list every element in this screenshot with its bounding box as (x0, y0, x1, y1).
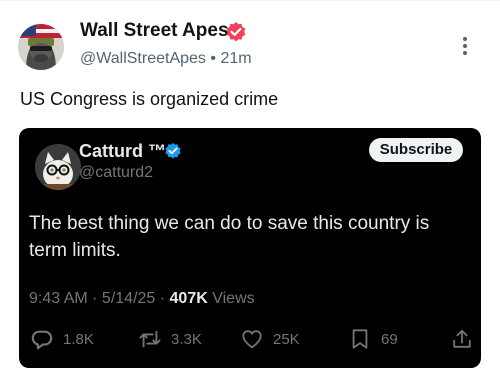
quoted-author-handle[interactable]: @catturd2 (79, 164, 153, 182)
more-options-icon[interactable] (456, 34, 474, 60)
repost-count: 3.3K (171, 330, 202, 348)
author-name[interactable]: Wall Street Apes (80, 20, 229, 42)
bookmark-count: 69 (381, 330, 398, 348)
top-divider (0, 0, 500, 1)
quoted-post-timestamp[interactable]: 9:43 AM · 5/14/25 · (29, 290, 170, 307)
repost-icon (139, 330, 161, 348)
bookmark-button[interactable]: 69 (349, 326, 398, 352)
author-handle[interactable]: @WallStreetApes (80, 50, 206, 67)
bookmark-icon (352, 329, 368, 349)
author-meta: @WallStreetApes • 21m (80, 50, 252, 68)
quoted-post-card[interactable]: Catturd ™ @catturd2 Subscribe The best t… (19, 128, 481, 368)
quoted-post-meta: 9:43 AM · 5/14/25 · 407K Views (29, 290, 255, 308)
reply-button[interactable]: 1.8K (31, 326, 94, 352)
post-time[interactable]: 21m (220, 50, 251, 67)
views-label: Views (207, 290, 255, 307)
meta-separator: • (210, 50, 216, 67)
like-button[interactable]: 25K (241, 326, 300, 352)
quoted-author-name[interactable]: Catturd ™ (79, 141, 166, 162)
action-bar: 1.8K 3.3K 25K 69 (19, 326, 481, 352)
verified-badge-icon (165, 142, 181, 159)
subscribe-button[interactable]: Subscribe (369, 138, 463, 162)
repost-button[interactable]: 3.3K (139, 326, 202, 352)
views-count: 407K (169, 290, 208, 307)
quoted-author-avatar[interactable] (35, 144, 81, 190)
reply-icon (31, 330, 53, 350)
quoted-post-text: The best thing we can do to save this co… (29, 213, 430, 261)
reply-count: 1.8K (63, 330, 94, 348)
like-count: 25K (273, 330, 300, 348)
post-text: US Congress is organized crime (20, 89, 279, 109)
share-button[interactable] (451, 326, 483, 352)
verified-badge-icon (226, 22, 246, 42)
like-icon (242, 330, 262, 349)
author-avatar[interactable] (18, 24, 64, 70)
share-icon (453, 329, 471, 348)
